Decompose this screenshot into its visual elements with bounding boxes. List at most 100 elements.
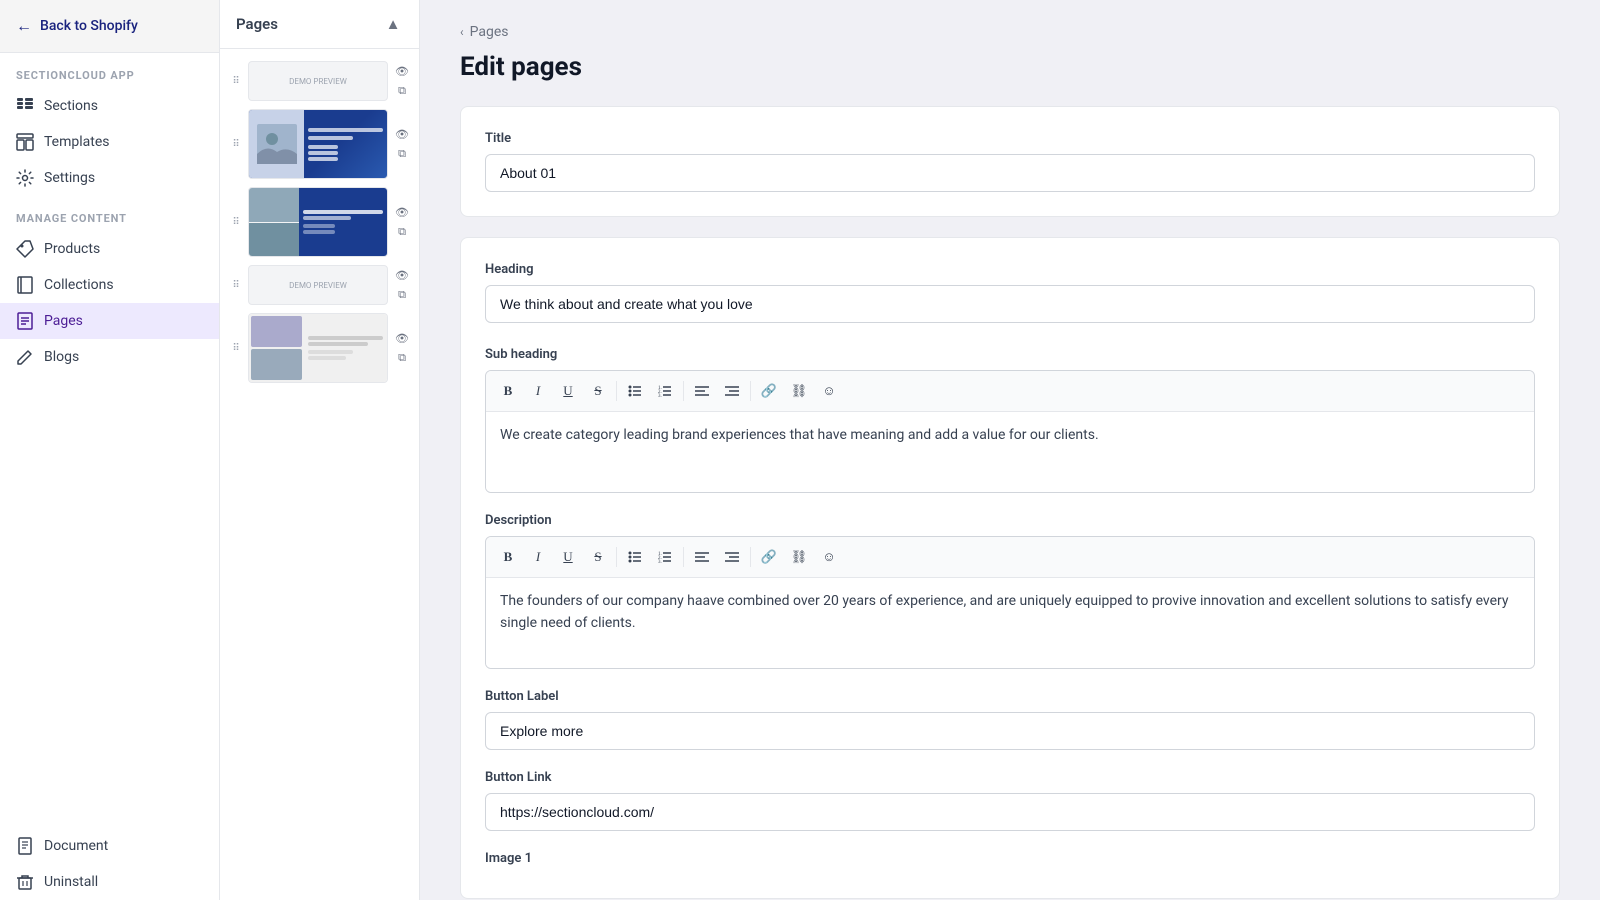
breadcrumb-link[interactable]: Pages: [470, 24, 509, 40]
align-right-button[interactable]: [718, 543, 746, 571]
copy-icon[interactable]: ⧉: [393, 286, 411, 304]
italic-button[interactable]: I: [524, 543, 552, 571]
link-button[interactable]: 🔗: [755, 543, 783, 571]
sidebar-item-collections[interactable]: Collections: [0, 267, 219, 303]
underline-button[interactable]: U: [554, 543, 582, 571]
sidebar-item-uninstall[interactable]: Uninstall: [0, 864, 219, 900]
sidebar-item-document[interactable]: Document: [0, 828, 219, 864]
back-button[interactable]: ← Back to Shopify: [0, 0, 219, 53]
pages-panel-title: Pages: [236, 15, 278, 33]
blogs-label: Blogs: [44, 349, 79, 365]
thumb-right: [299, 188, 387, 256]
emoji-button[interactable]: ☺: [815, 377, 843, 405]
view-icon[interactable]: 👁: [393, 203, 411, 221]
description-field-label: Description: [485, 513, 1535, 528]
heading-field-label: Heading: [485, 262, 1535, 277]
bold-button[interactable]: B: [494, 543, 522, 571]
sidebar-item-settings[interactable]: Settings: [0, 160, 219, 196]
document-label: Document: [44, 838, 108, 854]
align-right-button[interactable]: [718, 377, 746, 405]
subheading-editor: B I U S 1.2.3. 🔗: [485, 370, 1535, 493]
page-thumbnail: [248, 187, 388, 257]
heading-input[interactable]: [485, 285, 1535, 323]
title-card: Title: [460, 106, 1560, 217]
list-item[interactable]: ⠿ 👁 ⧉: [220, 105, 419, 183]
sections-label: Sections: [44, 98, 98, 114]
drag-handle-icon: ⠿: [228, 214, 244, 230]
button-link-field-label: Button Link: [485, 770, 1535, 785]
title-input[interactable]: [485, 154, 1535, 192]
view-icon[interactable]: 👁: [393, 62, 411, 80]
toolbar-divider: [750, 547, 751, 567]
italic-button[interactable]: I: [524, 377, 552, 405]
page-actions: 👁 ⧉: [393, 266, 411, 304]
link-button[interactable]: 🔗: [755, 377, 783, 405]
manage-content-label: MANAGE CONTENT: [0, 196, 219, 231]
view-icon[interactable]: 👁: [393, 266, 411, 284]
thumb-grid: [249, 188, 387, 256]
list-item[interactable]: ⠿ DEMO PREVIEW 👁 ⧉: [220, 57, 419, 105]
list-item[interactable]: ⠿ 👁 ⧉: [220, 183, 419, 261]
strikethrough-button[interactable]: S: [584, 377, 612, 405]
pages-panel-header: Pages ▲: [220, 0, 419, 49]
page-icon: [16, 312, 34, 330]
align-left-button[interactable]: [688, 377, 716, 405]
page-thumbnail: [248, 109, 388, 179]
tag-icon: [16, 240, 34, 258]
main-content: ‹ Pages Edit pages Title Heading Sub hea…: [420, 0, 1600, 900]
templates-label: Templates: [44, 134, 110, 150]
edit-icon: [16, 348, 34, 366]
button-link-input[interactable]: [485, 793, 1535, 831]
content-card: Heading Sub heading B I U S 1.2.3.: [460, 237, 1560, 899]
sidebar-item-sections[interactable]: Sections: [0, 88, 219, 124]
view-icon[interactable]: 👁: [393, 125, 411, 143]
svg-text:3.: 3.: [658, 394, 662, 398]
sidebar-item-blogs[interactable]: Blogs: [0, 339, 219, 375]
svg-text:3.: 3.: [658, 560, 662, 564]
page-thumbnail: DEMO PREVIEW: [248, 61, 388, 101]
sidebar-item-pages[interactable]: Pages: [0, 303, 219, 339]
chevron-up-icon[interactable]: ▲: [383, 14, 403, 34]
button-label-input[interactable]: [485, 712, 1535, 750]
doc-icon: [16, 837, 34, 855]
bullet-list-button[interactable]: [621, 543, 649, 571]
products-label: Products: [44, 241, 100, 257]
uninstall-label: Uninstall: [44, 874, 98, 890]
pages-panel: Pages ▲ ⠿ DEMO PREVIEW 👁 ⧉ ⠿: [220, 0, 420, 900]
toolbar-divider: [683, 381, 684, 401]
ordered-list-button[interactable]: 1.2.3.: [651, 543, 679, 571]
list-item[interactable]: ⠿ 👁 ⧉: [220, 309, 419, 387]
unlink-button[interactable]: ⛓: [785, 543, 813, 571]
toolbar-divider: [750, 381, 751, 401]
bold-button[interactable]: B: [494, 377, 522, 405]
ordered-list-button[interactable]: 1.2.3.: [651, 377, 679, 405]
drag-handle-icon: ⠿: [228, 340, 244, 356]
trash-icon: [16, 873, 34, 891]
grid-icon: [16, 97, 34, 115]
copy-icon[interactable]: ⧉: [393, 145, 411, 163]
sidebar-item-products[interactable]: Products: [0, 231, 219, 267]
underline-button[interactable]: U: [554, 377, 582, 405]
unlink-button[interactable]: ⛓: [785, 377, 813, 405]
title-field-label: Title: [485, 131, 1535, 146]
drag-handle-icon: ⠿: [228, 136, 244, 152]
breadcrumb-chevron-icon: ‹: [460, 25, 464, 39]
subheading-content[interactable]: We create category leading brand experie…: [486, 412, 1534, 492]
copy-icon[interactable]: ⧉: [393, 349, 411, 367]
description-content[interactable]: The founders of our company haave combin…: [486, 578, 1534, 668]
sidebar-item-templates[interactable]: Templates: [0, 124, 219, 160]
book-icon: [16, 276, 34, 294]
copy-icon[interactable]: ⧉: [393, 82, 411, 100]
thumb-image-area: [249, 110, 304, 178]
align-left-button[interactable]: [688, 543, 716, 571]
list-item[interactable]: ⠿ DEMO PREVIEW 👁 ⧉: [220, 261, 419, 309]
collections-label: Collections: [44, 277, 114, 293]
emoji-button[interactable]: ☺: [815, 543, 843, 571]
bullet-list-button[interactable]: [621, 377, 649, 405]
view-icon[interactable]: 👁: [393, 329, 411, 347]
toolbar-divider: [616, 547, 617, 567]
subheading-field-label: Sub heading: [485, 347, 1535, 362]
copy-icon[interactable]: ⧉: [393, 223, 411, 241]
image1-field-label: Image 1: [485, 851, 1535, 866]
strikethrough-button[interactable]: S: [584, 543, 612, 571]
